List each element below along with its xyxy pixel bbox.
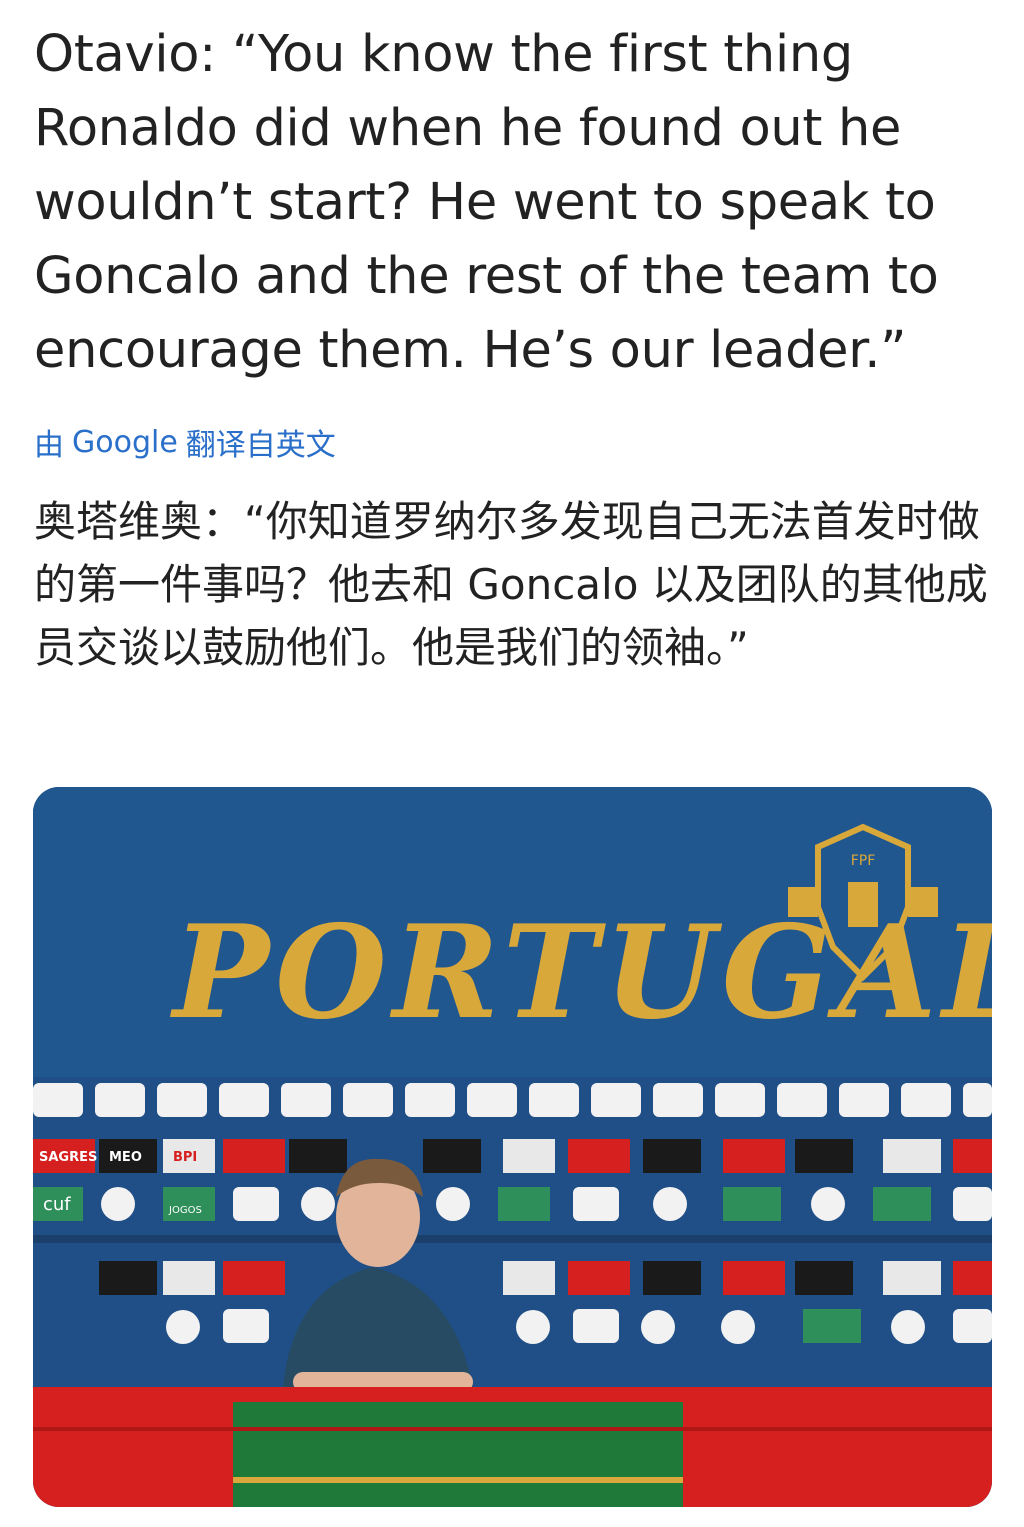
translated-prefix: 由 bbox=[34, 428, 64, 463]
sponsor-bpi-1: BPI bbox=[173, 1150, 197, 1165]
translated-text: 奥塔维奥：“你知道罗纳尔多发现自己无法首发时做的第一件事吗？他去和 Goncal… bbox=[34, 497, 988, 672]
sponsor-meo-1: MEO bbox=[109, 1150, 142, 1165]
translated-by-google[interactable]: 由 Google 翻译自英文 bbox=[34, 420, 336, 464]
google-brand-text: Google bbox=[72, 424, 178, 460]
google-logo: Google bbox=[72, 425, 178, 460]
sponsor-jogos-1: JOGOS bbox=[168, 1205, 202, 1216]
crest-text: FPF bbox=[851, 853, 876, 869]
post-text: Otavio: “You know the first thing Ronald… bbox=[34, 25, 939, 380]
sponsor-cuf-1: cuf bbox=[43, 1194, 71, 1215]
translated-suffix: 翻译自英文 bbox=[185, 428, 336, 463]
press-conference-photo[interactable]: PORTUGAL FPF SAGRES MEO BPI cuf JOGOS bbox=[33, 787, 992, 1507]
sponsor-sagres-1: SAGRES bbox=[39, 1150, 97, 1165]
